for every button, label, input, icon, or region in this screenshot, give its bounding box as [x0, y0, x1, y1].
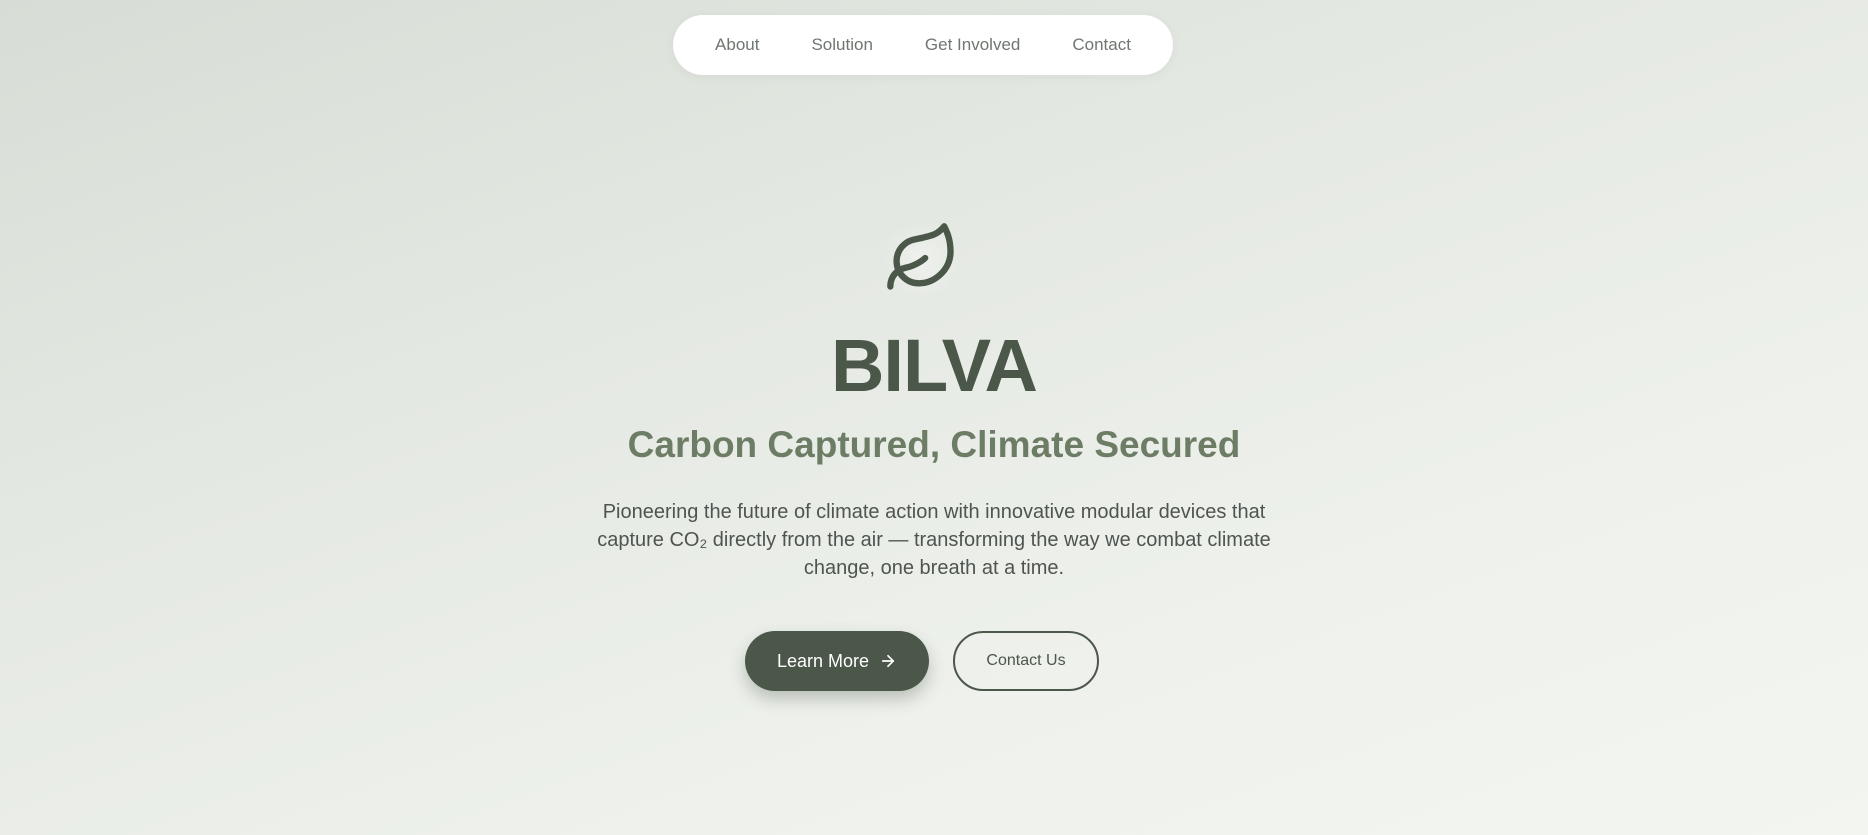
arrow-right-icon	[879, 652, 897, 670]
hero-description-line-1: Pioneering the future of climate action …	[602, 501, 1266, 523]
hero-description-line-3: change, one breath at a time.	[803, 557, 1065, 579]
hero-subtitle: Carbon Captured, Climate Secured	[627, 424, 1241, 465]
leaf-icon-container	[882, 220, 962, 300]
leaf-icon	[884, 220, 960, 301]
top-nav: About Solution Get Involved Contact	[673, 15, 1173, 75]
brand-title: BILVA	[830, 324, 1038, 407]
nav-link-contact[interactable]: Contact	[1072, 35, 1131, 55]
contact-us-button[interactable]: Contact Us	[953, 631, 1099, 691]
nav-link-get-involved[interactable]: Get Involved	[925, 35, 1020, 55]
hero-description: Pioneering the future of climate action …	[574, 498, 1294, 582]
learn-more-label: Learn More	[776, 650, 870, 671]
nav-link-about[interactable]: About	[715, 35, 759, 55]
hero-description-line-2: capture CO₂ directly from the air — tran…	[597, 529, 1271, 551]
contact-us-label: Contact Us	[986, 652, 1066, 669]
hero-section: About Solution Get Involved Contact BILV…	[0, 0, 1868, 835]
learn-more-button[interactable]: Learn More	[745, 631, 929, 691]
nav-link-solution[interactable]: Solution	[811, 35, 872, 55]
